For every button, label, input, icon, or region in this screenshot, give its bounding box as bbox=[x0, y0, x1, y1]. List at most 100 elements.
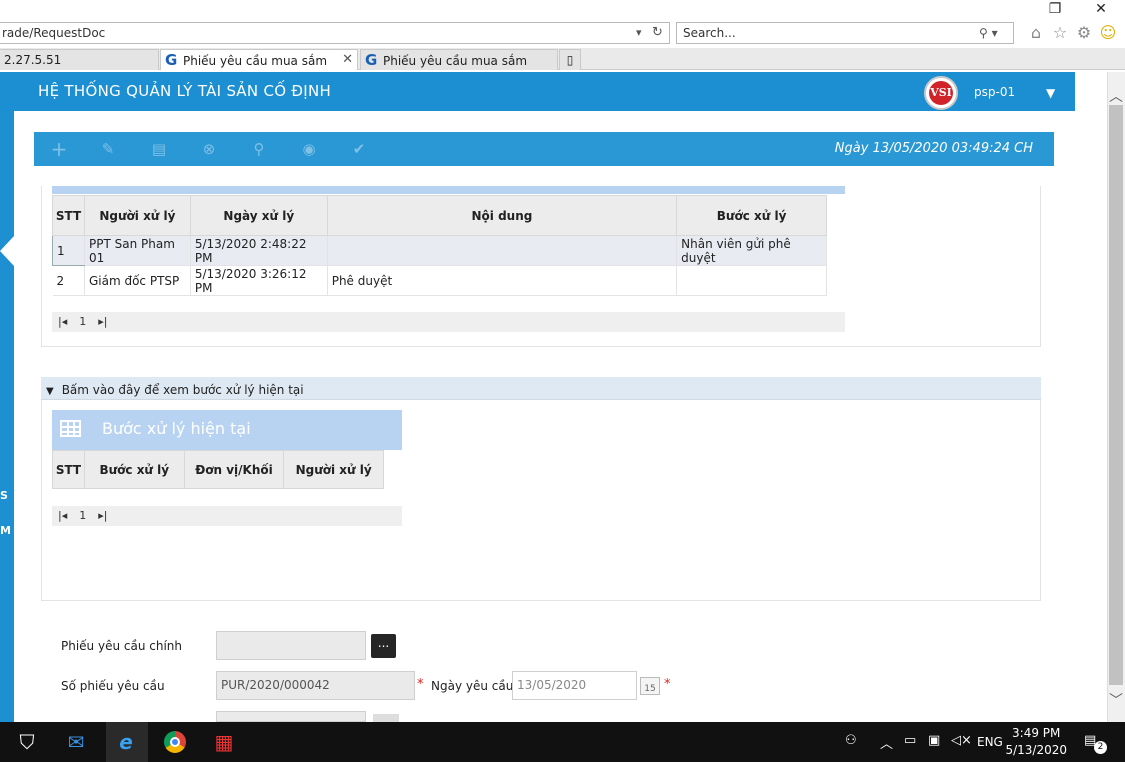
side-menu-strip[interactable]: S M bbox=[0, 111, 14, 723]
battery-icon[interactable]: ▭ bbox=[904, 733, 916, 748]
language-indicator[interactable]: ENG bbox=[977, 735, 1003, 749]
internet-explorer-icon[interactable]: e bbox=[111, 728, 141, 756]
first-page-icon[interactable]: |◂ bbox=[58, 509, 67, 522]
tab-request-active[interactable]: G Phiếu yêu cầu mua sắm ✕ bbox=[160, 49, 358, 70]
app-title: HỆ THỐNG QUẢN LÝ TÀI SẢN CỐ ĐỊNH bbox=[38, 82, 332, 100]
system-clock[interactable]: 3:49 PM 5/13/2020 bbox=[1005, 725, 1067, 759]
last-page-icon[interactable]: ▸| bbox=[98, 315, 107, 328]
close-button[interactable]: ✕ bbox=[1086, 0, 1116, 18]
mail-icon[interactable]: ✉ bbox=[61, 728, 91, 756]
required-asterisk: * bbox=[417, 677, 424, 692]
calendar-icon[interactable]: 15 bbox=[640, 677, 660, 695]
address-text: rade/RequestDoc bbox=[2, 26, 106, 40]
column-header[interactable]: Ngày xử lý bbox=[189, 195, 328, 236]
tab-ip[interactable]: 2.27.5.51 bbox=[0, 49, 159, 70]
column-header[interactable]: STT bbox=[52, 195, 85, 236]
cell-step bbox=[676, 265, 827, 296]
request-number-label: Số phiếu yêu cầu bbox=[61, 679, 165, 693]
column-header[interactable]: Người xử lý bbox=[83, 195, 191, 236]
tab-close-icon[interactable]: ✕ bbox=[342, 50, 353, 70]
show-hidden-icons[interactable]: ︿ bbox=[880, 733, 893, 752]
collapse-arrow-icon[interactable] bbox=[0, 236, 14, 266]
request-date-field[interactable]: 13/05/2020 bbox=[512, 671, 637, 700]
next-field-partial[interactable] bbox=[216, 711, 366, 722]
user-name[interactable]: psp-01 bbox=[974, 85, 1015, 99]
tab-request[interactable]: G Phiếu yêu cầu mua sắm bbox=[360, 49, 558, 70]
home-icon[interactable]: ⌂ bbox=[1024, 22, 1048, 44]
current-step-header: Bước xử lý hiện tại bbox=[52, 410, 402, 450]
column-header[interactable]: Bước xử lý bbox=[83, 450, 185, 489]
address-bar[interactable]: rade/RequestDoc ▾ ↻ bbox=[0, 22, 670, 44]
scroll-thumb[interactable] bbox=[1109, 105, 1123, 685]
column-header[interactable]: Bước xử lý bbox=[676, 195, 827, 236]
current-step-toggle-label[interactable]: ▼ Bấm vào đây để xem bước xử lý hiện tại bbox=[46, 383, 304, 397]
address-dropdown-icon[interactable]: ▾ bbox=[636, 23, 642, 43]
page-number[interactable]: 1 bbox=[79, 509, 86, 522]
cell-content: Phê duyệt bbox=[327, 265, 678, 296]
side-label: M bbox=[0, 524, 11, 537]
notification-count-badge: 2 bbox=[1094, 741, 1107, 754]
company-logo: VSI bbox=[924, 76, 958, 110]
tool-app-icon[interactable]: ▦ bbox=[209, 728, 239, 756]
last-page-icon[interactable]: ▸| bbox=[98, 509, 107, 522]
plus-icon[interactable]: + bbox=[48, 139, 70, 159]
main-request-field[interactable] bbox=[216, 631, 366, 660]
pencil-icon[interactable]: ✎ bbox=[97, 139, 119, 159]
settings-gear-icon[interactable]: ⚙ bbox=[1072, 22, 1096, 44]
chevron-down-icon: ▼ bbox=[46, 386, 54, 397]
refresh-icon[interactable]: ↻ bbox=[652, 23, 663, 43]
current-step-table: STT Bước xử lý Đơn vị/Khối Người xử lý bbox=[52, 450, 384, 489]
table-row[interactable]: 1 PPT San Pham 01 5/13/2020 2:48:22 PM N… bbox=[52, 235, 827, 266]
volume-icon[interactable]: ◁× bbox=[951, 733, 972, 748]
column-header[interactable]: Người xử lý bbox=[283, 450, 384, 489]
table-row[interactable]: 2 Giám đốc PTSP 5/13/2020 3:26:12 PM Phê… bbox=[52, 265, 827, 296]
chrome-icon[interactable] bbox=[160, 728, 190, 756]
scroll-up-icon[interactable]: ︿ bbox=[1107, 86, 1125, 106]
scroll-down-icon[interactable]: ﹀ bbox=[1107, 690, 1125, 710]
feedback-smiley-icon[interactable]: ☺ bbox=[1096, 22, 1120, 44]
next-button-partial[interactable] bbox=[373, 714, 399, 722]
network-icon[interactable]: ▣ bbox=[928, 733, 940, 748]
clock-date: 5/13/2020 bbox=[1005, 743, 1067, 757]
history-table: STT Người xử lý Ngày xử lý Nội dung Bước… bbox=[52, 195, 827, 296]
user-dropdown-icon[interactable]: ▼ bbox=[1046, 86, 1055, 100]
restore-button[interactable]: ❐ bbox=[1040, 0, 1070, 18]
browser-search-box[interactable]: Search... ⚲ ▾ bbox=[676, 22, 1014, 44]
browse-button[interactable]: ... bbox=[371, 634, 396, 658]
column-header[interactable]: STT bbox=[52, 450, 85, 489]
side-label: S bbox=[0, 489, 8, 502]
cell-user: PPT San Pham 01 bbox=[84, 235, 191, 266]
cell-stt: 1 bbox=[52, 235, 85, 266]
favorites-star-icon[interactable]: ☆ bbox=[1048, 22, 1072, 44]
cell-stt: 2 bbox=[52, 265, 85, 296]
search-placeholder: Search... bbox=[683, 26, 736, 40]
search-icon[interactable]: ⚲ ▾ bbox=[979, 23, 998, 43]
column-header[interactable]: Đơn vị/Khối bbox=[183, 450, 285, 489]
table-grid-icon bbox=[60, 420, 81, 437]
cancel-icon[interactable]: ⊗ bbox=[198, 139, 220, 159]
browser-title-bar bbox=[0, 0, 1125, 20]
history-pager: |◂ 1 ▸| bbox=[52, 312, 845, 332]
new-tab-icon[interactable]: ▯ bbox=[559, 49, 581, 70]
cell-date: 5/13/2020 2:48:22 PM bbox=[190, 235, 328, 266]
cell-user: Giám đốc PTSP bbox=[84, 265, 191, 296]
current-step-pager: |◂ 1 ▸| bbox=[52, 506, 402, 526]
people-icon[interactable]: ⚇ bbox=[845, 733, 857, 748]
cell-step: Nhân viên gửi phê duyệt bbox=[676, 235, 827, 266]
column-header[interactable]: Nội dung bbox=[326, 195, 678, 236]
save-icon[interactable]: ▤ bbox=[148, 139, 170, 159]
eye-icon[interactable]: ◉ bbox=[298, 139, 320, 159]
search-icon[interactable]: ⚲ bbox=[248, 139, 270, 159]
check-icon[interactable]: ✔ bbox=[348, 139, 370, 159]
tab-label: 2.27.5.51 bbox=[4, 53, 62, 67]
request-number-field[interactable]: PUR/2020/000042 bbox=[216, 671, 415, 700]
current-step-title: Bước xử lý hiện tại bbox=[102, 419, 251, 438]
tab-label: Phiếu yêu cầu mua sắm bbox=[383, 54, 528, 68]
history-panel-header bbox=[52, 186, 845, 194]
clock-time: 3:49 PM bbox=[1012, 726, 1061, 740]
tab-label: Phiếu yêu cầu mua sắm bbox=[183, 54, 328, 68]
store-icon[interactable]: ⛉ bbox=[12, 728, 42, 756]
page-number[interactable]: 1 bbox=[79, 315, 86, 328]
request-date-label: Ngày yêu cầu bbox=[431, 679, 514, 693]
first-page-icon[interactable]: |◂ bbox=[58, 315, 67, 328]
